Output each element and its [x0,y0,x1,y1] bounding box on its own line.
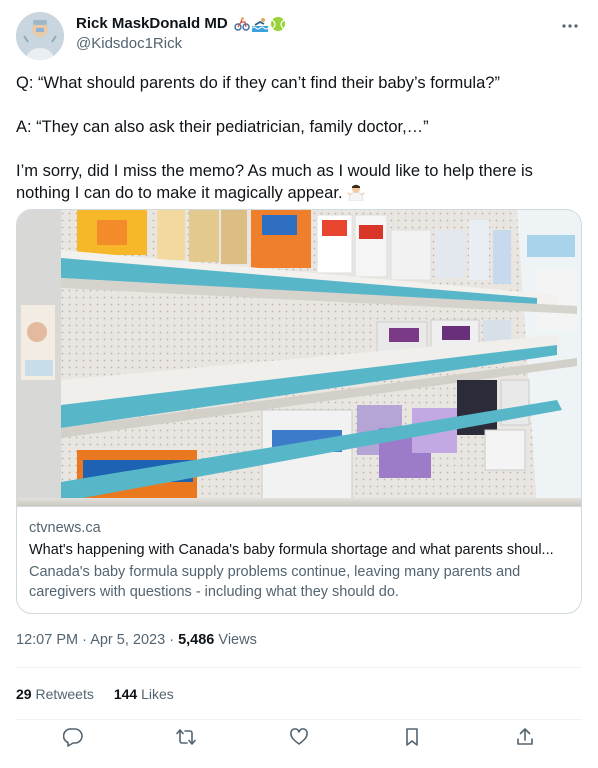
tweet-text: Q: “What should parents do if they can’t… [16,72,582,204]
tweet-header: Rick MaskDonald MD @Kidsdoc1Rick [16,12,582,60]
tweet-comment-text: I’m sorry, did I miss the memo? As much … [16,162,533,202]
tweet-meta: 12:07 PM · Apr 5, 2023 · 5,486 Views [16,632,257,648]
likes-label: Likes [141,686,174,702]
card-text[interactable]: ctvnews.ca What's happening with Canada'… [17,506,581,613]
card-domain[interactable]: ctvnews.ca [29,519,569,538]
retweet-icon[interactable] [175,726,197,748]
reply-icon[interactable] [62,726,84,748]
share-icon[interactable] [514,726,536,748]
like-icon[interactable] [288,726,310,748]
swimmer-emoji-icon [251,17,268,32]
retweets-stat[interactable]: 29 Retweets [16,686,94,702]
tweet-paragraph-comment: I’m sorry, did I miss the memo? As much … [16,160,582,204]
avatar[interactable] [16,12,64,60]
retweets-label: Retweets [35,686,94,702]
bookmark-icon[interactable] [401,726,423,748]
engagement-stats: 29 Retweets 144 Likes [16,686,174,702]
retweets-count: 29 [16,686,32,702]
more-options-icon[interactable] [558,14,582,38]
meta-separator-2: · [169,632,175,648]
divider-top [16,667,582,668]
likes-count: 144 [113,686,138,702]
bicycle-emoji-icon [234,16,250,31]
user-handle[interactable]: @Kidsdoc1Rick [76,35,286,52]
display-name-text[interactable]: Rick MaskDonald MD [76,15,228,32]
tweet-time[interactable]: 12:07 PM [16,632,78,648]
display-name[interactable]: Rick MaskDonald MD [76,15,286,32]
views-label: Views [218,632,257,648]
tweet-date[interactable]: Apr 5, 2023 [90,632,165,648]
person-shrugging-emoji-icon [347,184,364,201]
action-bar [16,726,582,762]
views-count: 5,486 [178,632,215,648]
tweet-paragraph-question: Q: “What should parents do if they can’t… [16,74,500,92]
meta-separator: · [82,632,87,648]
card-description: Canada's baby formula supply problems co… [29,564,521,600]
card-title[interactable]: What's happening with Canada's baby form… [29,540,569,560]
divider-bottom [16,719,582,720]
likes-stat[interactable]: 144 Likes [114,686,174,702]
tennis-ball-emoji-icon [270,16,285,31]
card-image-store-shelves[interactable] [17,210,581,507]
link-card[interactable]: ctvnews.ca What's happening with Canada'… [16,209,582,614]
tweet-paragraph-answer: A: “They can also ask their pediatrician… [16,118,429,136]
